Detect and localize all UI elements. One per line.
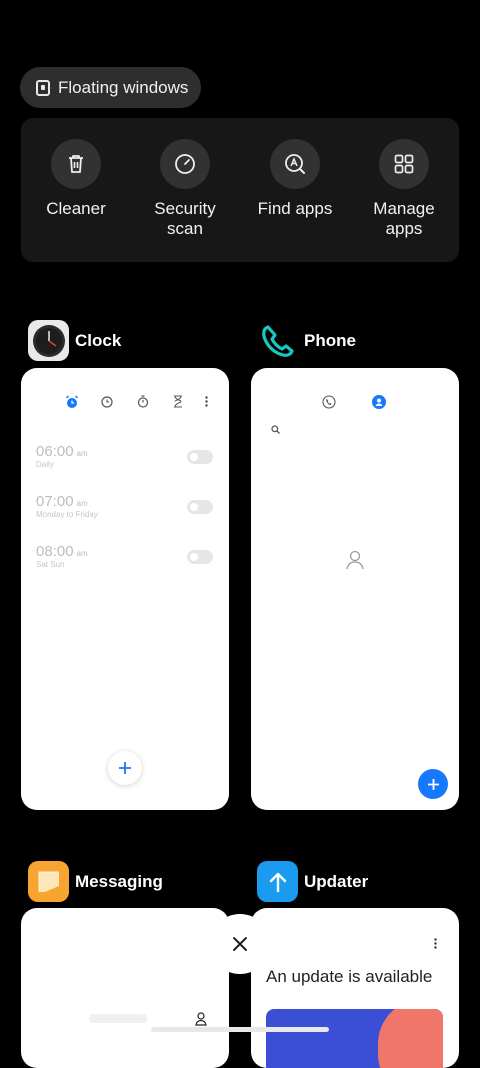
updater-app-name: Updater [304,871,369,891]
clock-app-header[interactable]: Clock [28,320,121,361]
updater-app-card[interactable]: An update is available [251,908,459,1068]
add-alarm-button[interactable] [108,751,142,785]
floating-windows-button[interactable]: Floating windows [20,67,201,108]
find-apps-icon [270,139,320,189]
manage-apps-label: Manage apps [373,199,435,238]
security-scan-label: Security scan [154,199,216,238]
floating-window-icon [36,79,50,96]
messaging-app-card[interactable] [21,908,229,1068]
alarm-toggle[interactable] [187,450,213,464]
phone-app-icon [257,320,298,361]
close-icon [233,937,247,951]
plus-icon [119,762,131,774]
find-apps-label: Find apps [257,199,333,218]
grid-icon [379,139,429,189]
contacts-icon[interactable] [195,1012,207,1026]
more-options-icon[interactable] [434,938,437,949]
alarm-toggle[interactable] [187,500,213,514]
updater-app-icon [257,861,298,902]
alarm-tab-icon[interactable] [65,395,79,409]
update-banner [266,1009,443,1068]
alarm-repeat: Monday to Friday [36,510,98,519]
security-scan-icon [160,139,210,189]
messaging-app-name: Messaging [75,871,163,891]
placeholder-chip [89,1014,147,1023]
cleaner-button[interactable]: Cleaner [26,139,126,219]
alarm-toggle[interactable] [187,550,213,564]
alarm-time: 06:00 am [36,443,88,460]
phone-app-name: Phone [304,330,356,350]
updater-app-header[interactable]: Updater [257,861,368,902]
home-indicator[interactable] [151,1027,329,1032]
search-icon[interactable] [271,425,280,434]
quick-tools-panel: Cleaner Security scan Find apps Manage a… [21,118,459,262]
world-clock-tab-icon[interactable] [101,396,113,408]
update-message: An update is available [266,967,433,986]
phone-app-header[interactable]: Phone [257,320,356,361]
more-options-icon[interactable] [205,396,208,407]
call-log-tab-icon[interactable] [322,395,336,409]
messaging-app-icon [28,861,69,902]
add-contact-button[interactable] [418,769,448,799]
security-scan-button[interactable]: Security scan [135,139,235,239]
stopwatch-tab-icon[interactable] [137,395,149,408]
phone-app-card[interactable] [251,368,459,810]
alarm-repeat: Sat Sun [36,560,65,569]
messaging-app-header[interactable]: Messaging [28,861,163,902]
clock-app-name: Clock [75,330,122,350]
trash-icon [51,139,101,189]
clear-all-button[interactable] [210,914,270,974]
find-apps-button[interactable]: Find apps [245,139,345,219]
contact-placeholder-icon [346,550,364,570]
clock-app-card[interactable]: 06:00 am Daily 07:00 am Monday to Friday 0… [21,368,229,810]
cleaner-label: Cleaner [46,199,106,218]
plus-icon [427,778,439,790]
floating-windows-label: Floating windows [58,77,189,97]
clock-app-icon [28,320,69,361]
timer-tab-icon[interactable] [173,395,183,408]
alarm-time: 08:00 am [36,543,88,560]
alarm-repeat: Daily [36,460,54,469]
contacts-tab-icon[interactable] [372,395,386,409]
manage-apps-button[interactable]: Manage apps [354,139,454,239]
alarm-time: 07:00 am [36,493,88,510]
